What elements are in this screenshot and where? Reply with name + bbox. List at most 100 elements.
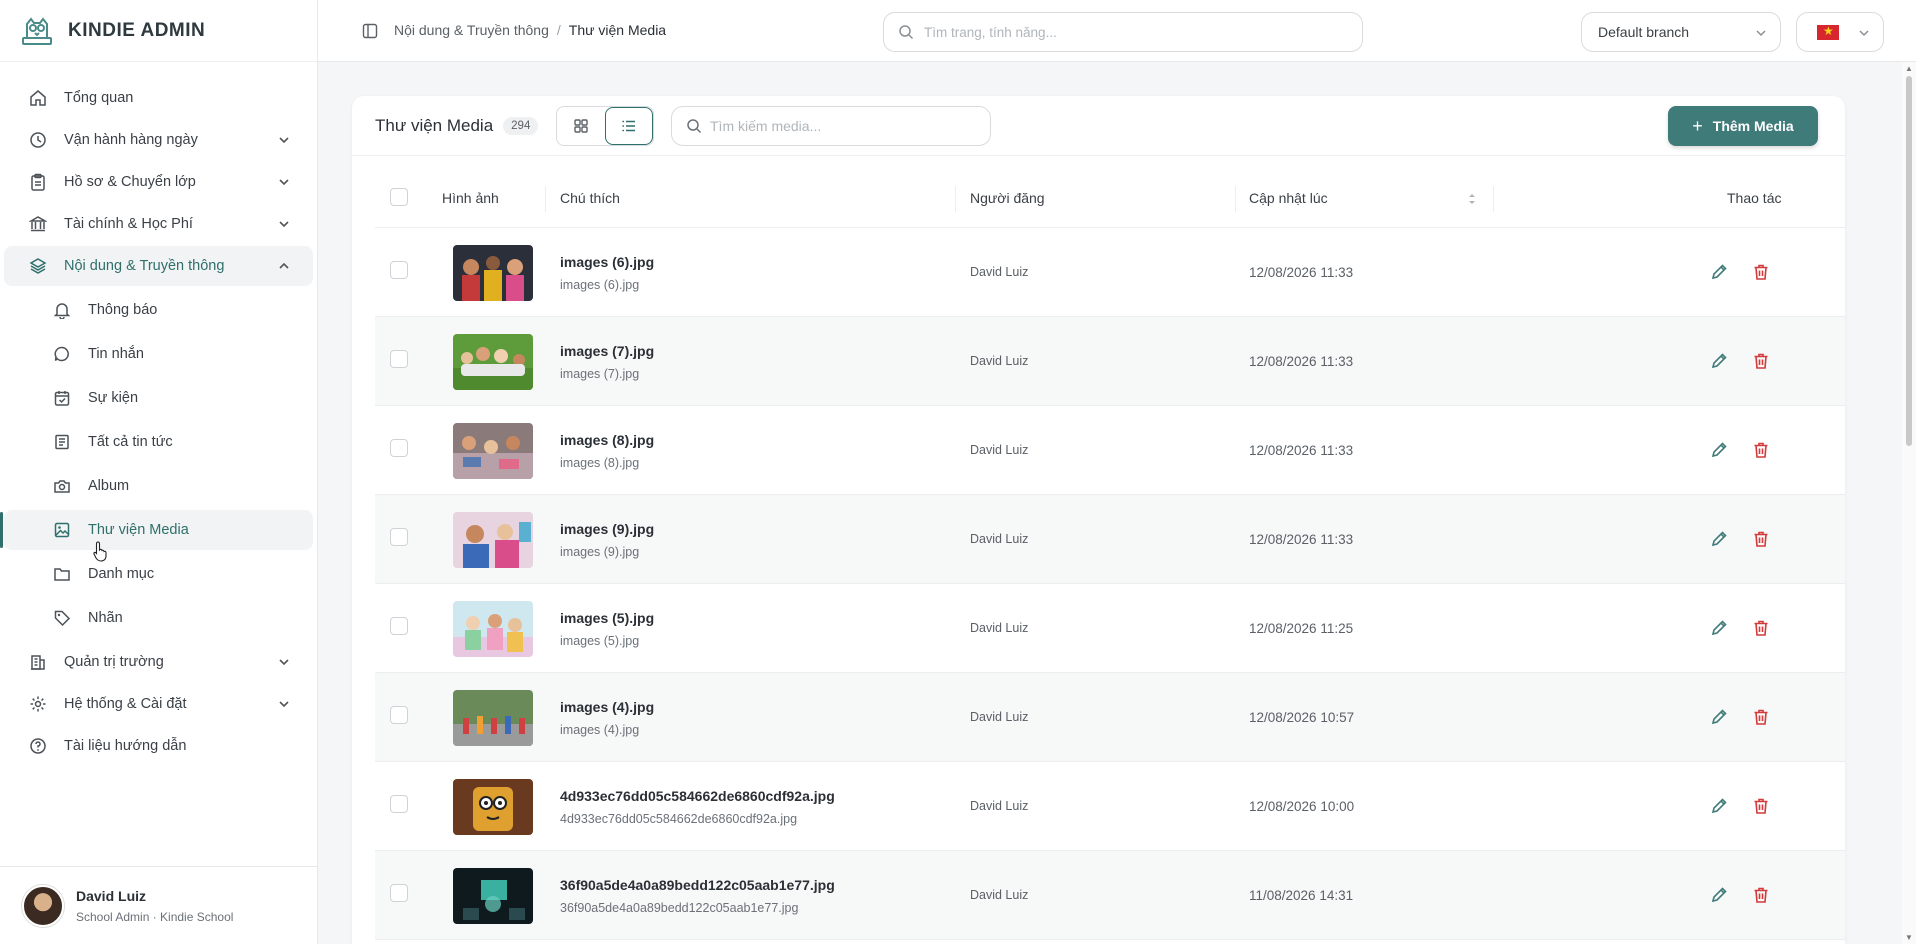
table-row[interactable]: images (6).jpg images (6).jpg David Luiz…: [375, 228, 1845, 317]
media-title: images (5).jpg: [560, 610, 655, 626]
brand[interactable]: KINDIE ADMIN: [0, 0, 317, 62]
sidebar-item-messages[interactable]: Tin nhắn: [4, 334, 313, 374]
language-select[interactable]: [1796, 12, 1884, 52]
row-checkbox[interactable]: [390, 439, 408, 457]
delete-trash-icon[interactable]: [1751, 796, 1771, 816]
sidebar-item-content[interactable]: Nội dung & Truyền thông: [4, 246, 313, 286]
media-title: images (4).jpg: [560, 699, 655, 715]
search-icon: [687, 119, 702, 134]
view-toggle: [556, 106, 654, 146]
media-thumbnail[interactable]: [453, 245, 533, 301]
column-divider: [1493, 186, 1494, 212]
edit-pencil-icon[interactable]: [1709, 262, 1729, 282]
sidebar-item-label: Tất cả tin tức: [88, 434, 173, 450]
select-all-checkbox[interactable]: [390, 188, 408, 206]
branch-select[interactable]: Default branch: [1581, 12, 1781, 52]
owl-logo-icon: [22, 16, 52, 45]
edit-pencil-icon[interactable]: [1709, 529, 1729, 549]
sidebar-item-docs[interactable]: Tài liệu hướng dẫn: [4, 726, 313, 766]
edit-pencil-icon[interactable]: [1709, 707, 1729, 727]
row-checkbox[interactable]: [390, 528, 408, 546]
column-divider: [545, 186, 546, 212]
bell-icon: [52, 300, 72, 320]
table-row[interactable]: images (8).jpg images (8).jpg David Luiz…: [375, 406, 1845, 495]
media-search-input[interactable]: [710, 118, 970, 134]
delete-trash-icon[interactable]: [1751, 529, 1771, 549]
sidebar-item-tags[interactable]: Nhãn: [4, 598, 313, 638]
sidebar-item-events[interactable]: Sự kiện: [4, 378, 313, 418]
sidebar-item-system-settings[interactable]: Hệ thống & Cài đặt: [4, 684, 313, 724]
sidebar-item-daily-ops[interactable]: Vận hành hàng ngày: [4, 120, 313, 160]
sidebar-item-album[interactable]: Album: [4, 466, 313, 506]
media-thumbnail[interactable]: [453, 512, 533, 568]
media-thumbnail[interactable]: [453, 601, 533, 657]
row-checkbox[interactable]: [390, 795, 408, 813]
delete-trash-icon[interactable]: [1751, 885, 1771, 905]
sidebar-toggle-icon[interactable]: [362, 23, 378, 39]
global-search-input[interactable]: [924, 24, 1324, 40]
table-row[interactable]: images (5).jpg images (5).jpg David Luiz…: [375, 584, 1845, 673]
column-header-updated[interactable]: Cập nhật lúc: [1249, 190, 1328, 206]
delete-trash-icon[interactable]: [1751, 707, 1771, 727]
table-row[interactable]: images (7).jpg images (7).jpg David Luiz…: [375, 317, 1845, 406]
sidebar-item-overview[interactable]: Tổng quan: [4, 78, 313, 118]
edit-pencil-icon[interactable]: [1709, 618, 1729, 638]
grid-icon: [574, 119, 588, 133]
sidebar-item-label: Album: [88, 478, 130, 494]
table-row[interactable]: 4d933ec76dd05c584662de6860cdf92a.jpg 4d9…: [375, 762, 1845, 851]
row-checkbox[interactable]: [390, 261, 408, 279]
list-view-button[interactable]: [604, 107, 653, 145]
media-title: 36f90a5de4a0a89bedd122c05aab1e77.jpg: [560, 877, 835, 893]
delete-trash-icon[interactable]: [1751, 618, 1771, 638]
table-row[interactable]: 36f90a5de4a0a89bedd122c05aab1e77.jpg 36f…: [375, 851, 1845, 940]
delete-trash-icon[interactable]: [1751, 351, 1771, 371]
sidebar-item-records[interactable]: Hồ sơ & Chuyển lớp: [4, 162, 313, 202]
count-badge: 294: [503, 117, 539, 135]
edit-pencil-icon[interactable]: [1709, 351, 1729, 371]
page-scrollbar[interactable]: ▲ ▼: [1902, 62, 1916, 944]
edit-pencil-icon[interactable]: [1709, 885, 1729, 905]
scroll-up-arrow-icon[interactable]: ▲: [1905, 64, 1913, 73]
add-media-button[interactable]: + Thêm Media: [1668, 106, 1818, 146]
sidebar-item-categories[interactable]: Danh mục: [4, 554, 313, 594]
grid-view-button[interactable]: [557, 107, 605, 145]
global-search[interactable]: [883, 12, 1363, 52]
sidebar-item-label: Thông báo: [88, 302, 158, 318]
row-checkbox[interactable]: [390, 706, 408, 724]
sort-icon[interactable]: [1467, 192, 1477, 206]
media-thumbnail[interactable]: [453, 423, 533, 479]
media-filename: images (7).jpg: [560, 367, 640, 381]
clock-icon: [28, 130, 48, 150]
sidebar-item-all-news[interactable]: Tất cả tin tức: [4, 422, 313, 462]
media-search[interactable]: [671, 106, 991, 146]
media-thumbnail[interactable]: [453, 779, 533, 835]
row-checkbox[interactable]: [390, 617, 408, 635]
row-checkbox[interactable]: [390, 350, 408, 368]
user-profile[interactable]: David Luiz School Admin · Kindie School: [0, 866, 318, 944]
media-poster: David Luiz: [970, 265, 1029, 279]
chevron-down-icon: [279, 659, 289, 666]
table-row[interactable]: images (9).jpg images (9).jpg David Luiz…: [375, 495, 1845, 584]
row-checkbox[interactable]: [390, 884, 408, 902]
breadcrumb-item[interactable]: Nội dung & Truyền thông: [394, 22, 549, 38]
sidebar-item-finance[interactable]: Tài chính & Học Phí: [4, 204, 313, 244]
sidebar-item-label: Tin nhắn: [88, 346, 144, 362]
delete-trash-icon[interactable]: [1751, 262, 1771, 282]
edit-pencil-icon[interactable]: [1709, 796, 1729, 816]
media-thumbnail[interactable]: [453, 868, 533, 924]
media-updated: 12/08/2026 10:00: [1249, 799, 1355, 814]
table-row[interactable]: images (4).jpg images (4).jpg David Luiz…: [375, 673, 1845, 762]
sidebar-item-label: Hệ thống & Cài đặt: [64, 696, 187, 712]
media-thumbnail[interactable]: [453, 334, 533, 390]
media-thumbnail[interactable]: [453, 690, 533, 746]
delete-trash-icon[interactable]: [1751, 440, 1771, 460]
scrollbar-thumb[interactable]: [1906, 76, 1912, 446]
add-media-label: Thêm Media: [1712, 118, 1794, 134]
sidebar-item-label: Thư viện Media: [88, 522, 189, 538]
edit-pencil-icon[interactable]: [1709, 440, 1729, 460]
sidebar-item-media-library[interactable]: Thư viện Media: [0, 510, 313, 550]
sidebar-item-school-admin[interactable]: Quản trị trường: [4, 642, 313, 682]
breadcrumb-current: Thư viện Media: [568, 22, 667, 38]
sidebar-item-notifications[interactable]: Thông báo: [4, 290, 313, 330]
scroll-down-arrow-icon[interactable]: ▼: [1905, 933, 1913, 942]
